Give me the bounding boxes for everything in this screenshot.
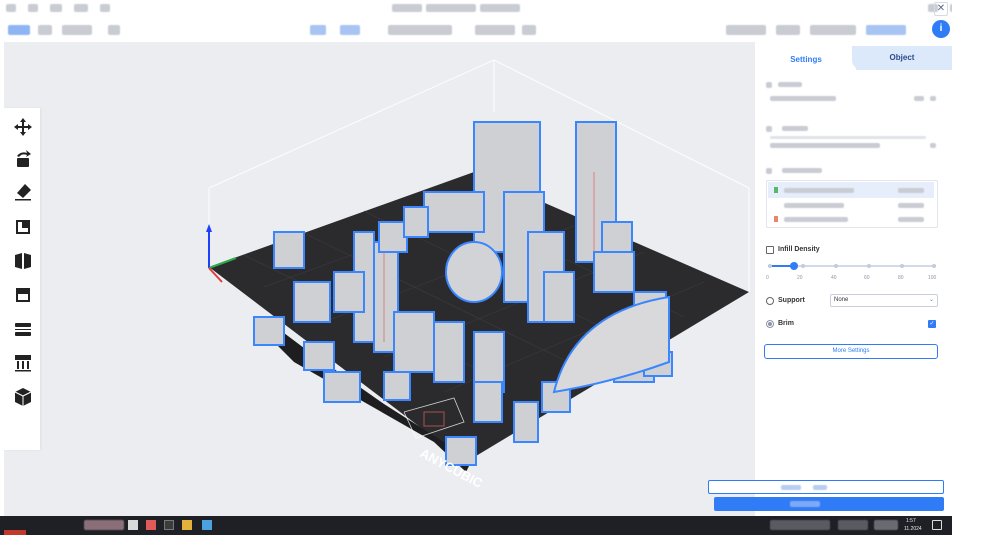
toolbar-item[interactable] [866, 25, 906, 35]
info-button[interactable]: i [932, 20, 950, 38]
panel-tabs: Settings Object [756, 46, 952, 70]
taskbar-app-icon[interactable] [128, 520, 138, 530]
paint-icon[interactable] [12, 180, 34, 202]
more-settings-button[interactable]: More Settings [764, 344, 938, 359]
tool-rail [4, 108, 40, 450]
title-menu [6, 4, 110, 12]
support-select[interactable]: None ⌄ [830, 294, 938, 307]
settings-panel: Settings Object Infill Density 0 20 40 6… [756, 42, 952, 474]
secondary-action-button[interactable] [708, 480, 944, 494]
toolbar-item[interactable] [108, 25, 120, 35]
chevron-down-icon: ⌄ [928, 297, 934, 303]
brim-label: Brim [778, 320, 794, 327]
support-paint-icon[interactable] [12, 352, 34, 374]
taskbar-app-icon[interactable] [146, 520, 156, 530]
tray-icons[interactable] [838, 520, 868, 530]
toolbar-item[interactable] [776, 25, 800, 35]
main-toolbar: i [0, 18, 1000, 42]
infill-slider[interactable] [768, 262, 936, 270]
clock-date: 11.2024 [904, 526, 922, 532]
tab-settings[interactable]: Settings [756, 46, 856, 70]
support-icon [766, 297, 774, 305]
infill-label: Infill Density [778, 246, 820, 253]
toolbar-item[interactable] [340, 25, 360, 35]
support-label: Support [778, 297, 805, 304]
toolbar-item[interactable] [475, 25, 515, 35]
tray-icons[interactable] [770, 520, 830, 530]
toolbar-item[interactable] [726, 25, 766, 35]
tray-icons[interactable] [874, 520, 898, 530]
rotate-icon[interactable] [12, 148, 34, 170]
slice-button[interactable] [714, 497, 944, 511]
clock-time: 1:57 [906, 518, 916, 524]
cut-icon[interactable] [12, 284, 34, 306]
menu-item-blurred[interactable] [74, 4, 88, 12]
layers-icon[interactable] [12, 318, 34, 340]
window-title [392, 4, 520, 12]
menu-item-blurred[interactable] [50, 4, 62, 12]
toolbar-item[interactable] [38, 25, 52, 35]
infill-slider-knob[interactable] [790, 262, 798, 270]
toolbar-item[interactable] [8, 25, 30, 35]
infill-icon [766, 246, 774, 254]
taskbar-search[interactable] [84, 520, 124, 530]
toolbar-item[interactable] [62, 25, 92, 35]
start-icon[interactable] [4, 530, 26, 535]
brim-icon [766, 320, 774, 328]
title-bar: ✕ [0, 0, 1000, 18]
move-icon[interactable] [12, 116, 34, 138]
brim-checkbox[interactable]: ✓ [928, 320, 936, 328]
3d-viewport[interactable]: ANYCUBIC [4, 42, 755, 516]
menu-item-blurred[interactable] [100, 4, 110, 12]
toolbar-item[interactable] [310, 25, 326, 35]
toolbar-item[interactable] [522, 25, 536, 35]
close-icon[interactable]: ✕ [934, 2, 948, 16]
notification-icon[interactable] [932, 520, 942, 530]
tab-object[interactable]: Object [852, 46, 952, 70]
menu-item-blurred[interactable] [6, 4, 16, 12]
mirror-icon[interactable] [12, 250, 34, 272]
menu-item-blurred[interactable] [28, 4, 38, 12]
os-taskbar: 1:57 11.2024 [0, 516, 952, 535]
taskbar-app-icon[interactable] [202, 520, 212, 530]
infill-ticks: 0 20 40 60 80 100 [766, 275, 937, 281]
taskbar-app-icon[interactable] [164, 520, 174, 530]
build-plate-scene: ANYCUBIC [206, 59, 750, 491]
cube-icon[interactable] [12, 386, 34, 408]
folder-icon[interactable] [182, 520, 192, 530]
scale-icon[interactable] [12, 216, 34, 238]
toolbar-item[interactable] [388, 25, 452, 35]
screen-edge [952, 0, 1000, 535]
toolbar-item[interactable] [810, 25, 856, 35]
